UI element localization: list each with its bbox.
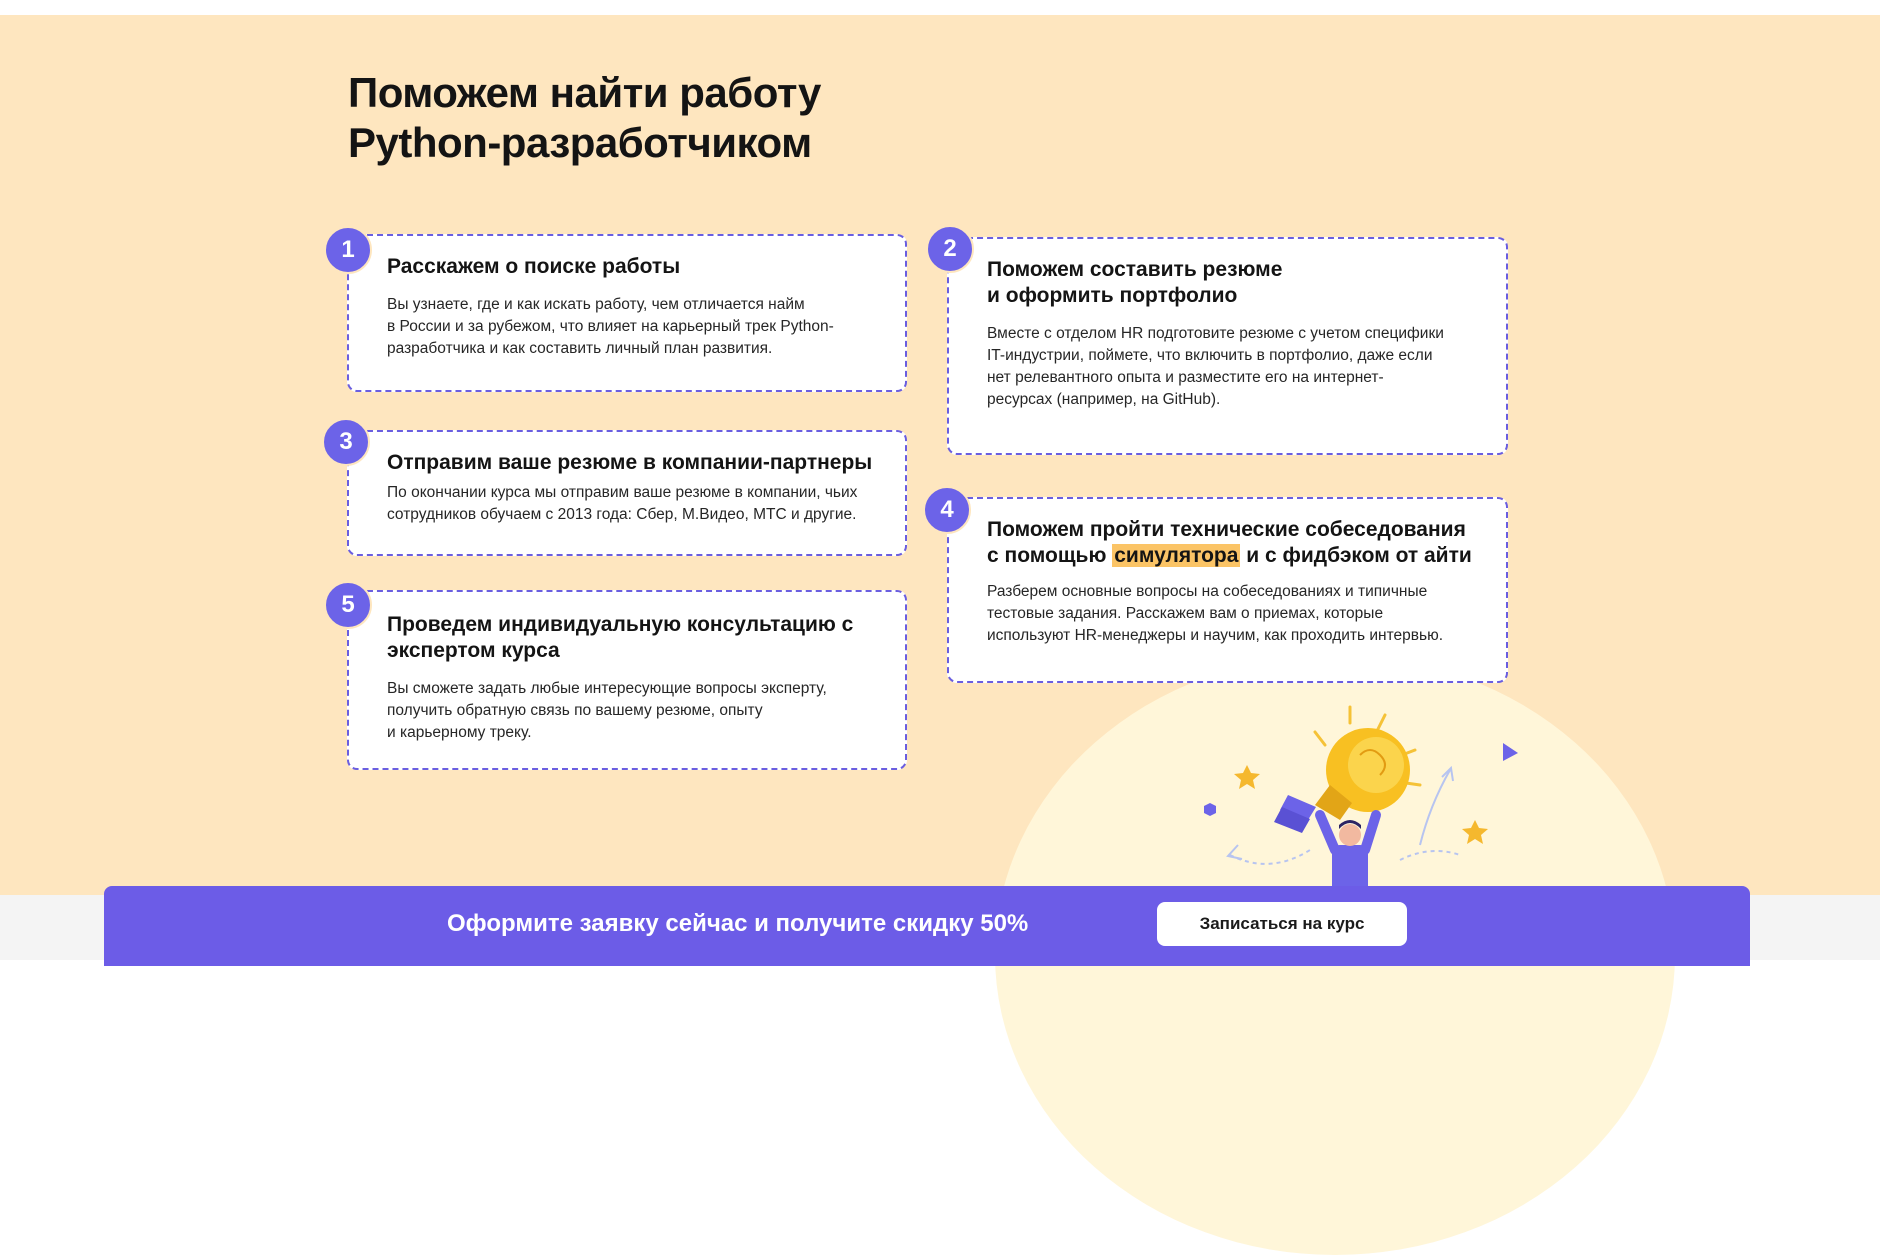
step-card-4: Поможем пройти технические собеседования… xyxy=(947,497,1508,683)
section-title: Поможем найти работу Python-разработчико… xyxy=(348,68,821,168)
title-line: Поможем найти работу xyxy=(348,69,821,116)
step-title-line: и оформить портфолио xyxy=(987,284,1238,307)
step-title-part: и с фидбэком от айти xyxy=(1240,544,1472,567)
step-text-line: Вы узнаете, где и как искать работу, чем… xyxy=(387,296,805,313)
step-title-line: с помощью симулятора и с фидбэком от айт… xyxy=(987,543,1476,569)
step-text-line: и карьерному треку. xyxy=(387,724,532,741)
step-card-1: Расскажем о поиске работы Вы узнаете, гд… xyxy=(347,234,907,392)
step-title: Расскажем о поиске работы xyxy=(387,254,875,280)
step-title-part: с помощью xyxy=(987,544,1113,567)
step-text-line: сотрудников обучаем с 2013 года: Сбер, М… xyxy=(387,506,857,523)
triangle-icon xyxy=(1503,743,1518,761)
career-section xyxy=(0,15,1880,895)
step-title: Поможем составить резюме и оформить порт… xyxy=(987,257,1476,309)
step-text: Вместе с отделом HR подготовите резюме с… xyxy=(987,323,1476,411)
step-text: Вы узнаете, где и как искать работу, чем… xyxy=(387,294,875,360)
step-text: Разберем основные вопросы на собеседован… xyxy=(987,581,1476,647)
step-text-line: используют HR-менеджеры и научим, как пр… xyxy=(987,627,1444,644)
step-title-line: Расскажем о поиске работы xyxy=(387,255,681,278)
step-text: По окончании курса мы отправим ваше резю… xyxy=(387,482,875,526)
step-card-5: Проведем индивидуальную консультацию с э… xyxy=(347,590,907,770)
step-title-line: экспертом курса xyxy=(387,639,560,662)
star-icon xyxy=(1234,765,1260,789)
step-text-line: в России и за рубежом, что влияет на кар… xyxy=(387,318,834,335)
enroll-button[interactable]: Записаться на курс xyxy=(1157,902,1407,946)
step-text-line: ресурсах (например, на GitHub). xyxy=(987,391,1221,408)
step-text-line: тестовые задания. Расскажем вам о приема… xyxy=(987,605,1384,622)
step-title-line: Проведем индивидуальную консультацию с xyxy=(387,613,854,636)
person-icon xyxy=(1315,810,1381,895)
step-number-badge: 4 xyxy=(923,486,971,534)
step-text-line: нет релевантного опыта и разместите его … xyxy=(987,369,1384,386)
lightbulb-illustration xyxy=(1204,705,1518,895)
step-title: Отправим ваше резюме в компании-партнеры xyxy=(387,450,875,476)
step-number-badge: 3 xyxy=(322,418,370,466)
step-text: Вы сможете задать любые интересующие воп… xyxy=(387,678,875,744)
step-title: Поможем пройти технические собеседования… xyxy=(987,517,1476,569)
star-icon xyxy=(1462,820,1488,844)
step-text-line: IT-индустрии, поймете, что включить в по… xyxy=(987,347,1433,364)
step-title-line: Поможем пройти технические собеседования xyxy=(987,518,1466,541)
step-text-line: По окончании курса мы отправим ваше резю… xyxy=(387,484,858,501)
step-card-2: Поможем составить резюме и оформить порт… xyxy=(947,237,1508,455)
step-title-line: Поможем составить резюме xyxy=(987,258,1283,281)
step-number-badge: 2 xyxy=(926,225,974,273)
step-card-3: Отправим ваше резюме в компании-партнеры… xyxy=(347,430,907,556)
step-text-line: получить обратную связь по вашему резюме… xyxy=(387,702,763,719)
highlighted-word: симулятора xyxy=(1112,544,1241,567)
title-line: Python-разработчиком xyxy=(348,119,812,166)
step-text-line: Вы сможете задать любые интересующие воп… xyxy=(387,680,827,697)
lightbulb-icon xyxy=(1274,728,1410,833)
hexagon-icon xyxy=(1204,803,1216,816)
step-text-line: Разберем основные вопросы на собеседован… xyxy=(987,583,1428,600)
step-text-line: разработчика и как составить личный план… xyxy=(387,340,773,357)
cta-text: Оформите заявку сейчас и получите скидку… xyxy=(447,910,1029,937)
step-number-badge: 5 xyxy=(324,581,372,629)
step-text-line: Вместе с отделом HR подготовите резюме с… xyxy=(987,325,1444,342)
step-title: Проведем индивидуальную консультацию с э… xyxy=(387,612,875,664)
step-title-line: Отправим ваше резюме в компании-партнеры xyxy=(387,451,873,474)
step-number-badge: 1 xyxy=(324,226,372,274)
